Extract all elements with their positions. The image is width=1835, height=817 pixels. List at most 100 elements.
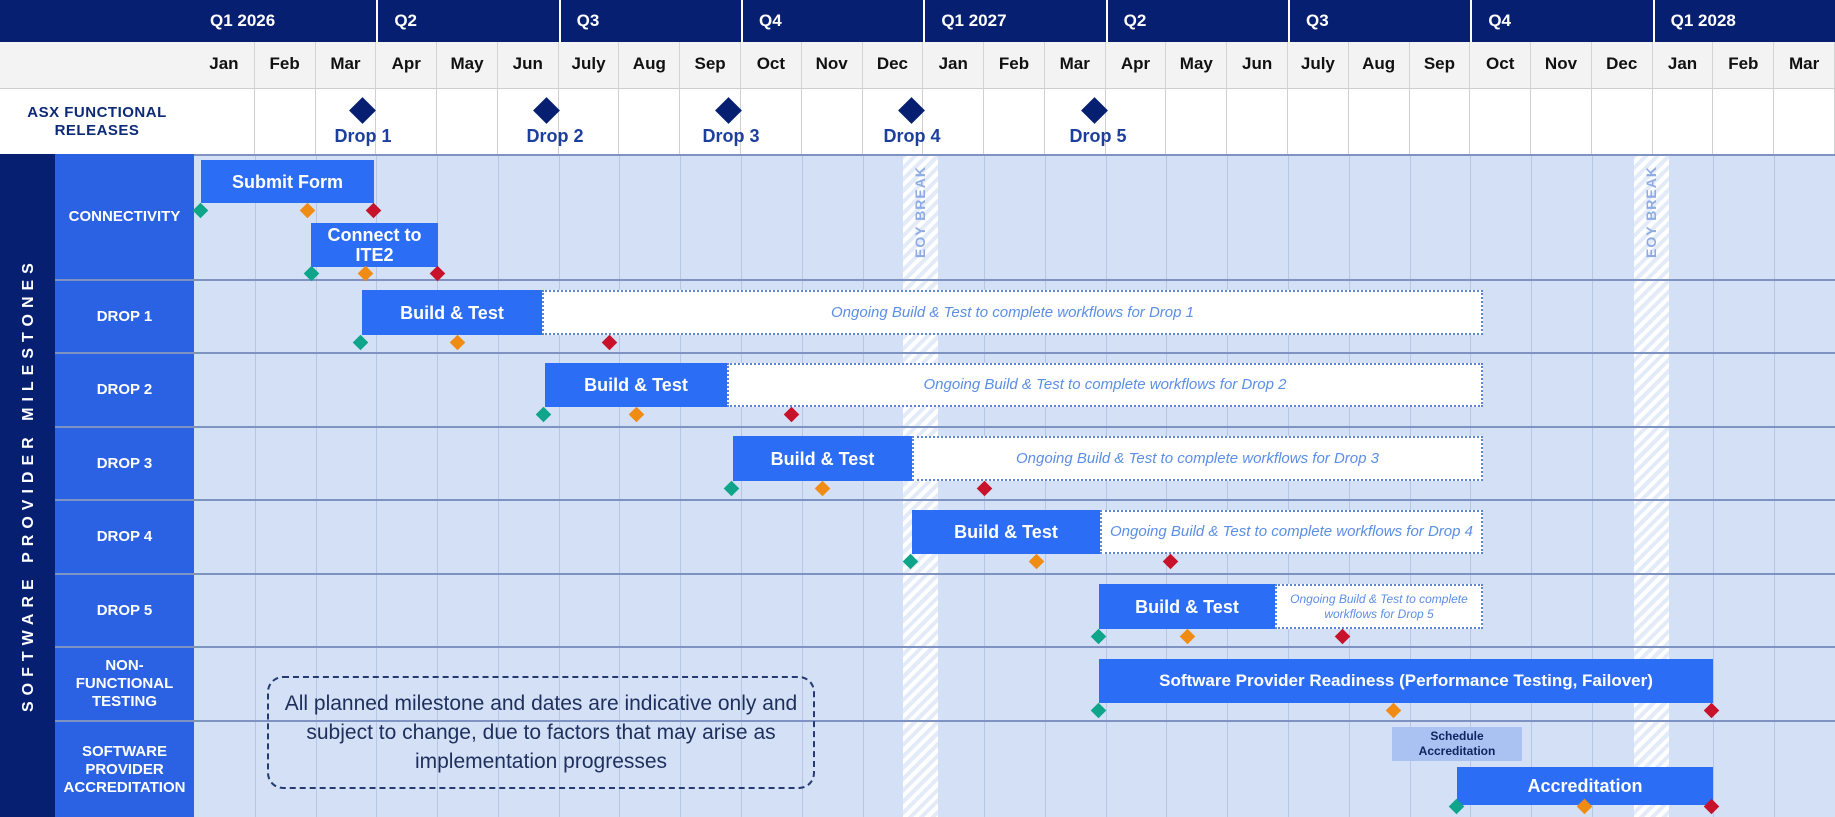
release-drop-label: Drop 1	[334, 126, 392, 146]
eoy-break-label-2026: EOY BREAK	[912, 166, 928, 258]
row-label-drop1: DROP 1	[55, 281, 194, 352]
release-row-label: ASX FUNCTIONAL RELEASES	[0, 89, 194, 154]
month-header-cell: May	[1166, 42, 1228, 88]
release-grid-cell	[1713, 89, 1775, 154]
release-grid-cell	[984, 89, 1045, 154]
month-gridline	[1105, 154, 1107, 817]
release-grid-cell	[1774, 89, 1835, 154]
row-separator	[55, 573, 1835, 575]
quarter-header-cell: Q1 2028	[1652, 0, 1835, 42]
month-corner	[0, 42, 194, 89]
month-header-cell: Feb	[984, 42, 1045, 88]
month-gridline	[1409, 154, 1411, 817]
release-grid-cell	[1227, 89, 1288, 154]
drop2-ongoing-bar: Ongoing Build & Test to complete workflo…	[727, 363, 1483, 407]
month-gridline	[1044, 154, 1046, 817]
month-gridline	[1713, 154, 1715, 817]
release-grid-cell	[1288, 89, 1349, 154]
drop3-ongoing-bar: Ongoing Build & Test to complete workflo…	[912, 436, 1483, 481]
month-header-cell: Jun	[1227, 42, 1288, 88]
month-gridline	[1531, 154, 1533, 817]
month-header-cell: Oct	[1470, 42, 1532, 88]
month-header-cell: Apr	[376, 42, 438, 88]
release-grid-cell	[1470, 89, 1532, 154]
month-header-cell: Aug	[1348, 42, 1410, 88]
drop4-ongoing-bar: Ongoing Build & Test to complete workflo…	[1100, 510, 1483, 554]
month-header-cell: Oct	[741, 42, 802, 88]
month-header-cell: Jun	[497, 42, 559, 88]
month-gridline	[254, 154, 256, 817]
drop2-build-test-bar: Build & Test	[545, 363, 727, 407]
month-header-cell: Apr	[1105, 42, 1167, 88]
release-drop-label: Drop 5	[1069, 126, 1127, 146]
roadmap-canvas: Q1 2026 Q2 Q3 Q4 Q1 2027 Q2 Q3 Q4 Q1 2028 Jan Feb…	[0, 0, 1835, 817]
release-grid-cell	[1348, 89, 1410, 154]
row-label-accreditation: SOFTWARE PROVIDER ACCREDITATION	[55, 722, 194, 817]
schedule-accreditation-box: Schedule Accreditation	[1392, 727, 1522, 761]
release-grid-cell	[1166, 89, 1228, 154]
month-header-cell: Dec	[862, 42, 924, 88]
quarter-header-cell: Q4	[1470, 0, 1653, 42]
month-header-cell: July	[558, 42, 620, 88]
month-header-cell: Sep	[680, 42, 741, 88]
header-corner	[0, 0, 194, 42]
quarter-header-cell: Q1 2026	[194, 0, 377, 42]
row-separator	[55, 499, 1835, 501]
quarter-header-cell: Q2	[376, 0, 559, 42]
disclaimer-note: All planned milestone and dates are indi…	[267, 676, 815, 789]
row-label-drop4: DROP 4	[55, 501, 194, 573]
month-gridline	[1774, 154, 1776, 817]
row-separator	[55, 426, 1835, 428]
release-drop-label: Drop 4	[883, 126, 941, 146]
row-label-drop2: DROP 2	[55, 354, 194, 426]
month-header-cell: Mar	[1044, 42, 1106, 88]
release-grid-cell	[1652, 89, 1714, 154]
release-drop-label: Drop 2	[526, 126, 584, 146]
release-grid-cell	[194, 89, 255, 154]
readiness-bar: Software Provider Readiness (Performance…	[1099, 659, 1713, 703]
row-label-drop5: DROP 5	[55, 575, 194, 646]
submit-form-bar: Submit Form	[201, 160, 374, 203]
drop5-build-test-bar: Build & Test	[1099, 584, 1275, 629]
month-header-cell: Mar	[1774, 42, 1835, 88]
month-gridline	[1470, 154, 1472, 817]
month-header-cell: Jan	[1652, 42, 1714, 88]
month-header-cell: Nov	[1531, 42, 1592, 88]
quarter-header-cell: Q3	[1288, 0, 1471, 42]
quarter-header-cell: Q3	[558, 0, 741, 42]
month-gridline	[1166, 154, 1168, 817]
row-label-nft: NON-FUNCTIONAL TESTING	[55, 648, 194, 720]
quarter-header-cell: Q1 2027	[923, 0, 1106, 42]
quarter-header-cell: Q2	[1105, 0, 1288, 42]
row-separator	[55, 646, 1835, 648]
side-label: SOFTWARE PROVIDER MILESTONES	[20, 257, 37, 712]
row-separator	[194, 154, 1835, 156]
row-separator	[55, 279, 1835, 281]
month-header-cell: Feb	[1713, 42, 1775, 88]
month-header-cell: Feb	[254, 42, 316, 88]
month-gridline	[1227, 154, 1229, 817]
release-row	[194, 89, 1835, 154]
month-gridline	[1288, 154, 1289, 817]
eoy-break-label-2027: EOY BREAK	[1643, 166, 1659, 258]
month-header-cell: Nov	[801, 42, 863, 88]
connect-ite2-bar: Connect to ITE2	[311, 223, 438, 267]
row-separator	[55, 352, 1835, 354]
row-label-connectivity: CONNECTIVITY	[55, 154, 194, 279]
drop1-ongoing-bar: Ongoing Build & Test to complete workflo…	[542, 290, 1483, 335]
quarter-header-cell: Q4	[741, 0, 924, 42]
month-gridline	[862, 154, 864, 817]
drop5-ongoing-bar: Ongoing Build & Test to complete workflo…	[1275, 584, 1483, 629]
release-grid-cell	[1531, 89, 1592, 154]
drop1-build-test-bar: Build & Test	[362, 290, 542, 335]
month-header-cell: May	[437, 42, 498, 88]
month-header-row: Jan Feb Mar Apr May Jun July Aug Sep Oct Nov Dec Jan…	[194, 42, 1835, 89]
month-header-cell: Jan	[194, 42, 255, 88]
release-grid-cell	[1409, 89, 1471, 154]
drop4-build-test-bar: Build & Test	[912, 510, 1100, 554]
month-header-cell: Dec	[1591, 42, 1653, 88]
release-drop-label: Drop 3	[702, 126, 760, 146]
month-header-cell: Aug	[619, 42, 681, 88]
month-header-cell: Jan	[923, 42, 985, 88]
quarter-header-row: Q1 2026 Q2 Q3 Q4 Q1 2027 Q2 Q3 Q4 Q1 2028	[194, 0, 1835, 42]
